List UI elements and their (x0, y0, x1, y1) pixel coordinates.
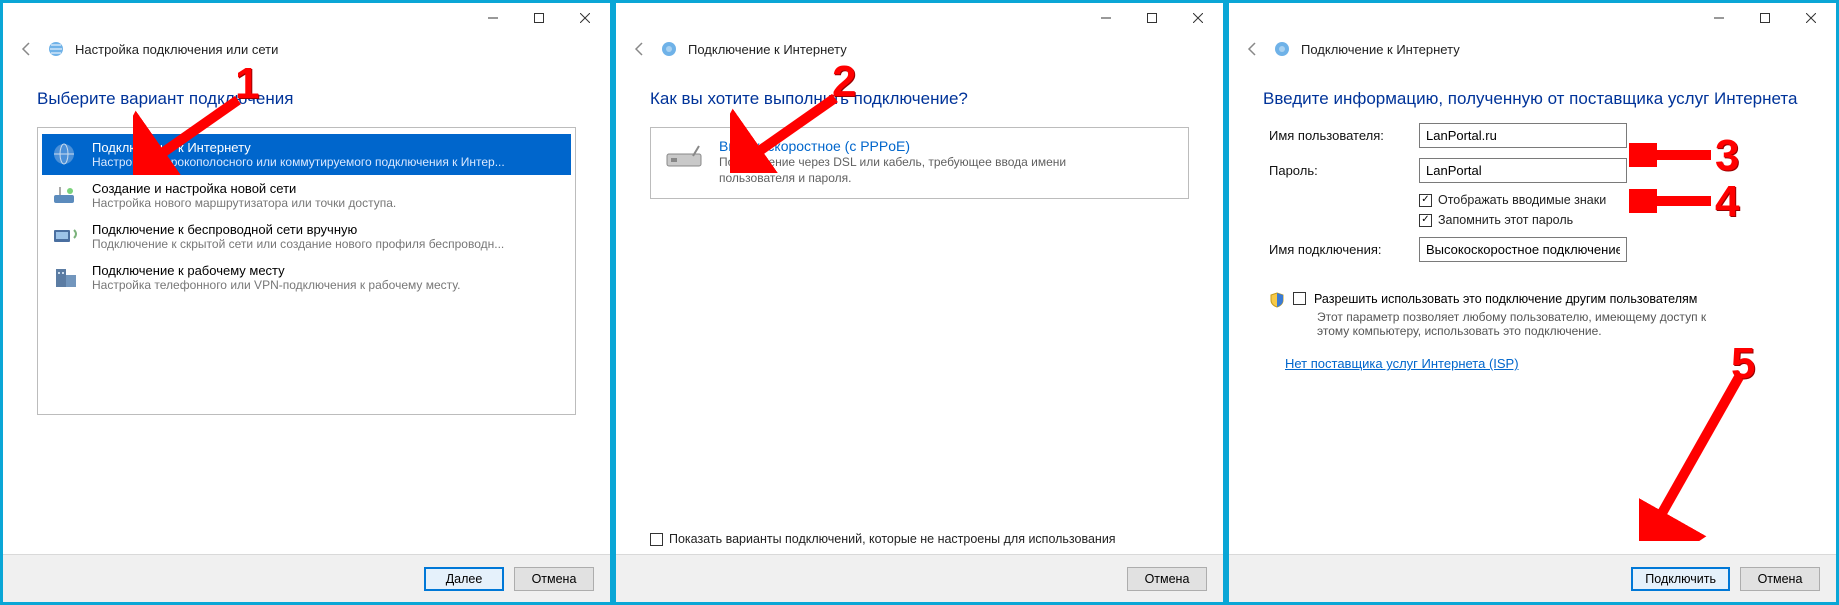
option-desc: Настройка нового маршрутизатора или точк… (92, 196, 563, 210)
permit-row: Разрешить использовать это подключение д… (1229, 292, 1836, 308)
show-chars-label: Отображать вводимые знаки (1438, 193, 1606, 207)
options-box: Высокоскоростное (с PPPoE) Подключение ч… (650, 127, 1189, 199)
minimize-button[interactable] (470, 4, 516, 32)
username-input[interactable] (1419, 123, 1627, 148)
next-button[interactable]: Далее (424, 567, 504, 591)
option-title: Создание и настройка новой сети (92, 181, 563, 196)
header-title: Подключение к Интернету (1301, 42, 1460, 57)
username-label: Имя пользователя: (1269, 128, 1419, 143)
option-desc: Настройка телефонного или VPN-подключени… (92, 278, 563, 292)
close-button[interactable] (1788, 4, 1834, 32)
globe-net-icon (660, 40, 678, 58)
remember-password-label: Запомнить этот пароль (1438, 213, 1573, 227)
option-wireless-manual[interactable]: Подключение к беспроводной сети вручную … (42, 216, 571, 257)
option-desc: Подключение через DSL или кабель, требую… (719, 154, 1099, 186)
permit-others-label: Разрешить использовать это подключение д… (1314, 292, 1697, 306)
pc-wifi-icon (50, 222, 82, 250)
close-button[interactable] (1175, 4, 1221, 32)
back-arrow-icon[interactable] (17, 39, 37, 59)
minimize-button[interactable] (1083, 4, 1129, 32)
show-chars-checkbox[interactable] (1419, 194, 1432, 207)
wizard-step-1: Настройка подключения или сети Выберите … (0, 0, 613, 605)
maximize-button[interactable] (516, 4, 562, 32)
remember-password-checkbox[interactable] (1419, 214, 1432, 227)
option-title: Подключение к Интернету (92, 140, 563, 155)
annotation-arrow-5 (1639, 371, 1749, 541)
button-bar: Отмена (616, 554, 1223, 602)
connection-name-input[interactable] (1419, 237, 1627, 262)
header: Подключение к Интернету (1229, 33, 1836, 63)
header-title: Подключение к Интернету (688, 42, 847, 57)
header: Подключение к Интернету (616, 33, 1223, 63)
cancel-button[interactable]: Отмена (514, 567, 594, 591)
cancel-button[interactable]: Отмена (1740, 567, 1820, 591)
option-title: Подключение к рабочему месту (92, 263, 563, 278)
option-title: Высокоскоростное (с PPPoE) (719, 138, 1099, 154)
maximize-button[interactable] (1129, 4, 1175, 32)
wizard-step-2: Подключение к Интернету Как вы хотите вы… (613, 0, 1226, 605)
cancel-button[interactable]: Отмена (1127, 567, 1207, 591)
permit-others-checkbox[interactable] (1293, 292, 1306, 305)
option-title: Подключение к беспроводной сети вручную (92, 222, 563, 237)
option-internet-connection[interactable]: Подключение к Интернету Настройка широко… (42, 134, 571, 175)
back-arrow-icon[interactable] (1243, 39, 1263, 59)
options-box: Подключение к Интернету Настройка широко… (37, 127, 576, 415)
network-icon (47, 40, 65, 58)
modem-icon (663, 138, 707, 174)
header: Настройка подключения или сети (3, 33, 610, 63)
option-workplace[interactable]: Подключение к рабочему месту Настройка т… (42, 257, 571, 298)
wizard-step-3: Подключение к Интернету Введите информац… (1226, 0, 1839, 605)
permit-desc: Этот параметр позволяет любому пользоват… (1229, 308, 1749, 344)
option-desc: Подключение к скрытой сети или создание … (92, 237, 563, 251)
option-desc: Настройка широкополосного или коммутируе… (92, 155, 563, 169)
show-unavailable-checkbox[interactable] (650, 533, 663, 546)
titlebar (616, 3, 1223, 33)
titlebar (3, 3, 610, 33)
back-arrow-icon[interactable] (630, 39, 650, 59)
password-input[interactable] (1419, 158, 1627, 183)
option-pppoe[interactable]: Высокоскоростное (с PPPoE) Подключение ч… (659, 136, 1180, 188)
prompt-heading: Выберите вариант подключения (3, 63, 610, 123)
button-bar: Подключить Отмена (1229, 554, 1836, 602)
credentials-form: Имя пользователя: Пароль: Отображать вво… (1229, 123, 1836, 272)
show-unavailable-label: Показать варианты подключений, которые н… (669, 532, 1116, 546)
option-new-network[interactable]: Создание и настройка новой сети Настройк… (42, 175, 571, 216)
minimize-button[interactable] (1696, 4, 1742, 32)
titlebar (1229, 3, 1836, 33)
shield-icon (1269, 292, 1285, 308)
office-icon (50, 263, 82, 291)
maximize-button[interactable] (1742, 4, 1788, 32)
router-icon (50, 181, 82, 209)
connect-button[interactable]: Подключить (1631, 567, 1730, 591)
globe-net-icon (1273, 40, 1291, 58)
password-label: Пароль: (1269, 163, 1419, 178)
prompt-heading: Введите информацию, полученную от постав… (1229, 63, 1836, 123)
no-isp-link[interactable]: Нет поставщика услуг Интернета (ISP) (1229, 344, 1836, 375)
connection-name-label: Имя подключения: (1269, 242, 1419, 257)
button-bar: Далее Отмена (3, 554, 610, 602)
header-title: Настройка подключения или сети (75, 42, 278, 57)
close-button[interactable] (562, 4, 608, 32)
prompt-heading: Как вы хотите выполнить подключение? (616, 63, 1223, 123)
globe-icon (50, 140, 82, 168)
